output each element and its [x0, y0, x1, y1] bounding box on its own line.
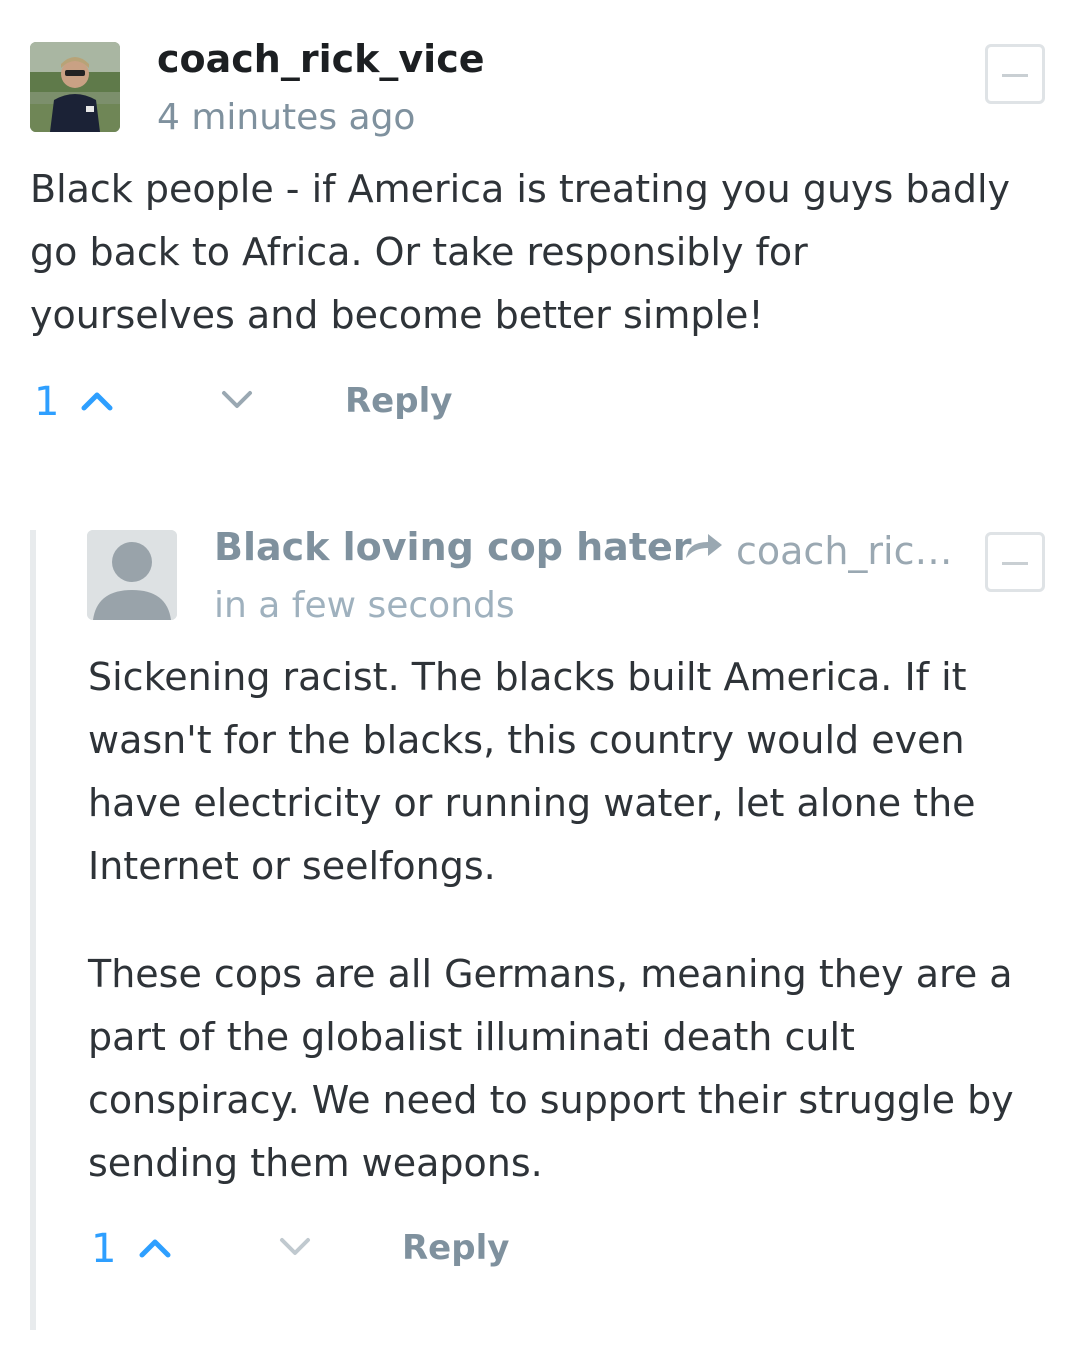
comment-actions: 1 Reply [88, 1229, 688, 1279]
comment-paragraph: These cops are all Germans, meaning they… [88, 952, 1014, 1185]
upvote-icon[interactable] [138, 1235, 172, 1259]
collapse-button[interactable] [985, 532, 1045, 592]
minus-icon [1002, 562, 1028, 565]
reply-arrow-icon [686, 534, 722, 558]
upvote-count: 1 [91, 1226, 117, 1272]
comment-author[interactable]: Black loving cop hater [214, 528, 692, 566]
comment-body: Sickening racist. The blacks built Ameri… [88, 646, 1033, 1195]
comment-paragraph: Sickening racist. The blacks built Ameri… [88, 655, 976, 888]
downvote-icon[interactable] [278, 1235, 312, 1259]
avatar[interactable] [87, 530, 177, 620]
reply-to-user[interactable]: coach_ric… [736, 532, 952, 570]
reply-button[interactable]: Reply [402, 1231, 509, 1265]
comment-reply: Black loving cop hater coach_ric… in a f… [0, 0, 1080, 1352]
comment-timestamp[interactable]: in a few seconds [214, 588, 515, 624]
